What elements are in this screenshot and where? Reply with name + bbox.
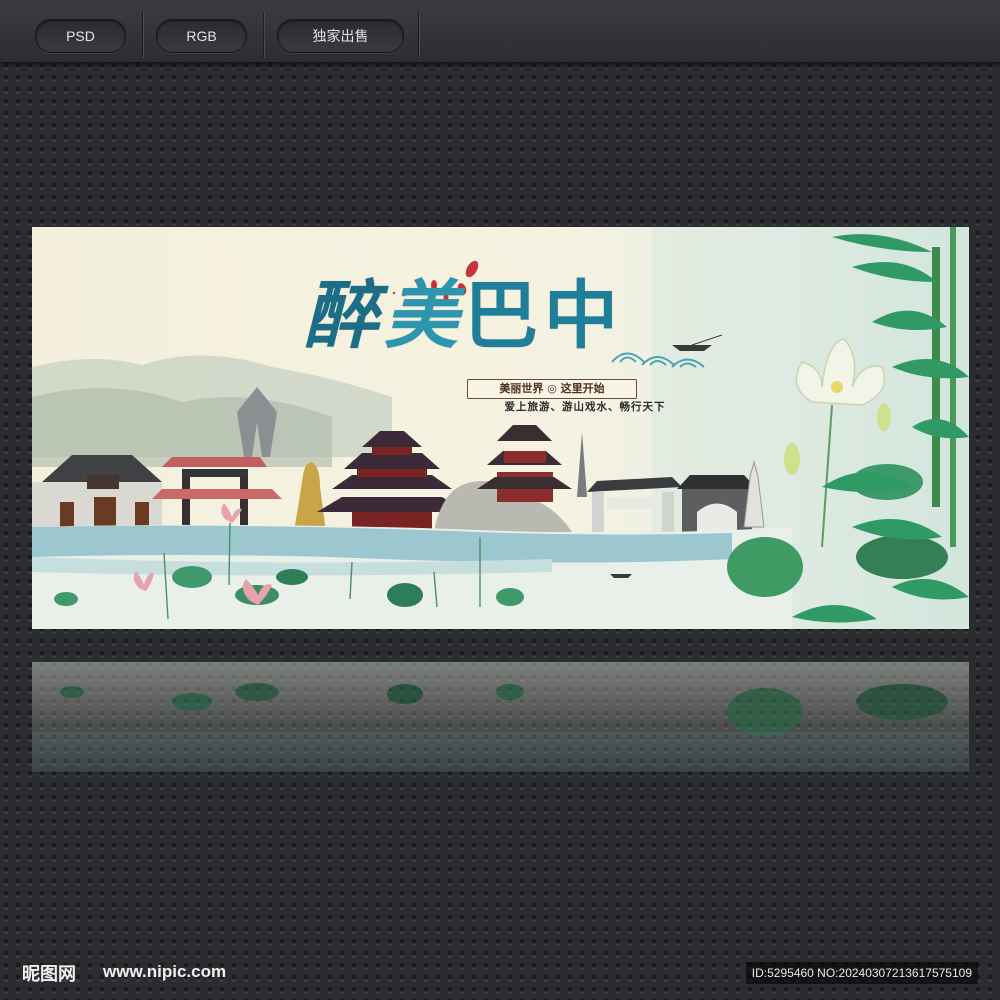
golden-statue [294, 462, 326, 532]
reflection-artwork [32, 683, 969, 772]
tagline: 爱上旅游、游山戏水、畅行天下 [504, 401, 666, 413]
divider [263, 12, 264, 58]
banner-title: 醉美巴中 [304, 279, 624, 353]
title-char-3: 巴 [464, 273, 544, 359]
title-char-4: 中 [544, 273, 624, 359]
stone-archway [587, 477, 682, 532]
divider [142, 12, 143, 58]
tag-bar: PSD RGB 独家出售 [0, 0, 1000, 63]
rgb-tag[interactable]: RGB [156, 19, 247, 53]
tourism-banner[interactable]: 醉美巴中 美丽世界 ◎ 这里开始 爱上旅游、游山戏水、畅行天下 [32, 227, 969, 629]
site-logo: 昵图网 [22, 964, 76, 985]
psd-tag[interactable]: PSD [35, 19, 126, 53]
exclusive-sale-tag[interactable]: 独家出售 [277, 19, 404, 53]
slogan-box: 美丽世界 ◎ 这里开始 [467, 379, 637, 399]
image-id-label: ID:5295460 NO:20240307213617575109 [745, 962, 978, 984]
site-url[interactable]: www.nipic.com [103, 962, 226, 982]
divider [418, 12, 419, 58]
banner-reflection [32, 662, 969, 772]
slim-tower [577, 432, 587, 497]
title-char-2: 美 [384, 273, 464, 359]
title-char-1: 醉 [304, 273, 384, 359]
memorial-gate [152, 457, 282, 532]
